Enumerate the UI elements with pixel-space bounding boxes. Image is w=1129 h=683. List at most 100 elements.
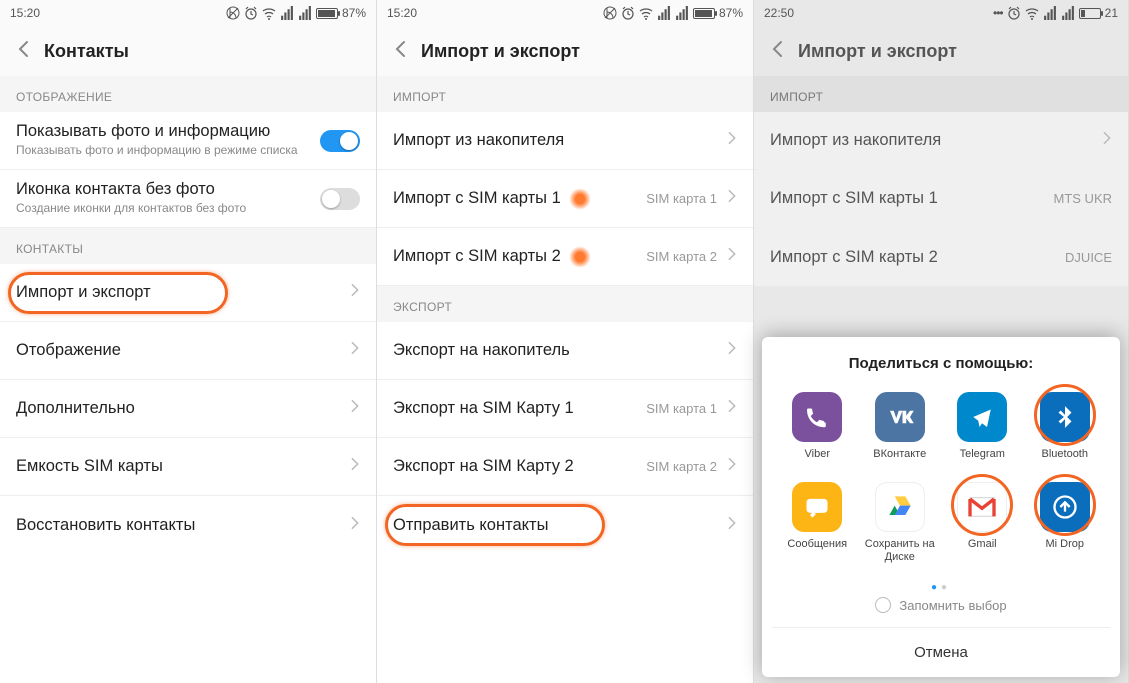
page-title: Импорт и экспорт [421,41,580,62]
battery-percent: 87% [719,6,743,20]
app-label: Viber [805,448,830,461]
chevron-right-icon [727,399,737,418]
signal-icon [1043,6,1057,20]
row-label: Емкость SIM карты [16,457,163,476]
row-import-storage[interactable]: Импорт из накопителя [754,112,1128,170]
chevron-right-icon [350,283,360,302]
status-bar: 15:20 87% [377,0,753,26]
row-send-contacts[interactable]: Отправить контакты [377,496,753,554]
chevron-right-icon [350,341,360,360]
battery-percent: 21 [1105,6,1118,20]
share-app-telegram[interactable]: Telegram [943,388,1022,465]
header: Импорт и экспорт [754,26,1128,76]
share-app-viber[interactable]: Viber [778,388,857,465]
status-time: 22:50 [764,6,794,20]
row-default-icon[interactable]: Иконка контакта без фото Создание иконки… [0,170,376,228]
row-label: Показывать фото и информацию [16,122,298,141]
wifi-icon [1025,6,1039,20]
row-sub: Показывать фото и информацию в режиме сп… [16,143,298,159]
share-app-bluetooth[interactable]: Bluetooth [1026,388,1105,465]
battery-icon [693,8,715,19]
row-label: Иконка контакта без фото [16,180,246,199]
section-display-header: ОТОБРАЖЕНИЕ [0,76,376,112]
row-label: Экспорт на накопитель [393,341,570,360]
chevron-right-icon [727,457,737,476]
app-label: ВКонтакте [873,448,926,461]
back-button[interactable] [391,40,409,63]
row-tail: SIM карта 2 [646,459,717,474]
chevron-right-icon [727,516,737,535]
row-more[interactable]: Дополнительно [0,380,376,438]
viber-icon [792,392,842,442]
row-import-sim1[interactable]: Импорт с SIM карты 1 SIM карта 1 [377,170,753,228]
toggle-default-icon[interactable] [320,188,360,210]
row-export-sim2[interactable]: Экспорт на SIM Карту 2 SIM карта 2 [377,438,753,496]
row-tail: SIM карта 1 [646,401,717,416]
row-label: Импорт с SIM карты 1 [770,189,938,208]
row-export-storage[interactable]: Экспорт на накопитель [377,322,753,380]
chevron-right-icon [350,399,360,418]
status-time: 15:20 [10,6,40,20]
app-label: Сообщения [787,538,847,551]
remember-checkbox[interactable]: Запомнить выбор [772,597,1110,627]
row-label: Импорт из накопителя [393,131,564,150]
chevron-right-icon [727,341,737,360]
row-import-export[interactable]: Импорт и экспорт [0,264,376,322]
app-label: Telegram [960,448,1005,461]
mute-icon [603,6,617,20]
status-time: 15:20 [387,6,417,20]
row-import-sim1[interactable]: Импорт с SIM карты 1 MTS UKR [754,170,1128,228]
row-sim-capacity[interactable]: Емкость SIM карты [0,438,376,496]
row-label: Импорт с SIM карты 2 [770,248,938,267]
row-label: Отображение [16,341,121,360]
row-label: Экспорт на SIM Карту 1 [393,399,574,418]
mute-icon [226,6,240,20]
row-label: Импорт из накопителя [770,131,941,150]
signal-icon [657,6,671,20]
row-import-sim2[interactable]: Импорт с SIM карты 2 DJUICE [754,228,1128,286]
header: Контакты [0,26,376,76]
chevron-right-icon [727,131,737,150]
gmail-icon [957,482,1007,532]
vk-icon [875,392,925,442]
page-title: Контакты [44,41,129,62]
chevron-right-icon [350,516,360,535]
radio-icon [875,597,891,613]
row-show-photo[interactable]: Показывать фото и информацию Показывать … [0,112,376,170]
row-export-sim1[interactable]: Экспорт на SIM Карту 1 SIM карта 1 [377,380,753,438]
chevron-right-icon [727,247,737,266]
row-import-sim2[interactable]: Импорт с SIM карты 2 SIM карта 2 [377,228,753,286]
section-import-header: ИМПОРТ [377,76,753,112]
row-label: Импорт с SIM карты 1 [393,189,561,208]
share-app-vk[interactable]: ВКонтакте [861,388,940,465]
app-label: Mi Drop [1045,538,1084,551]
row-restore[interactable]: Восстановить контакты [0,496,376,554]
status-bar: 22:50 ••• 21 [754,0,1128,26]
row-label: Дополнительно [16,399,135,418]
app-label: Gmail [968,538,997,551]
bluetooth-icon [1040,392,1090,442]
battery-icon [1079,8,1101,19]
share-sheet: Поделиться с помощью: Viber ВКонтакте Te… [762,337,1120,677]
section-import-header: ИМПОРТ [754,76,1128,112]
wifi-icon [639,6,653,20]
row-import-storage[interactable]: Импорт из накопителя [377,112,753,170]
app-label: Сохранить на Диске [861,538,940,564]
back-button[interactable] [14,40,32,63]
share-app-messages[interactable]: Сообщения [778,478,857,568]
toggle-show-photo[interactable] [320,130,360,152]
row-tail: DJUICE [1065,250,1112,265]
row-label: Импорт с SIM карты 2 [393,247,561,266]
row-tail: SIM карта 2 [646,249,717,264]
row-label: Отправить контакты [393,516,548,535]
back-button[interactable] [768,40,786,63]
share-app-gmail[interactable]: Gmail [943,478,1022,568]
midrop-icon [1040,482,1090,532]
share-app-midrop[interactable]: Mi Drop [1026,478,1105,568]
app-label: Bluetooth [1042,448,1088,461]
row-display[interactable]: Отображение [0,322,376,380]
alarm-icon [1007,6,1021,20]
share-app-drive[interactable]: Сохранить на Диске [861,478,940,568]
chevron-right-icon [350,457,360,476]
cancel-button[interactable]: Отмена [772,627,1110,677]
